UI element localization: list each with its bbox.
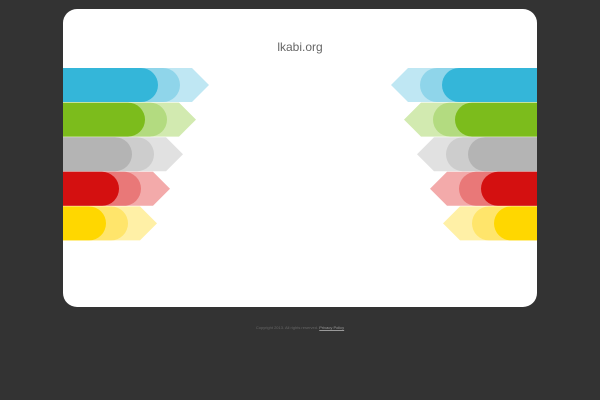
parked-domain-card: lkabi.org [63,9,537,307]
privacy-policy-link[interactable]: Privacy Policy [319,325,344,330]
footer: Copyright 2013. All rights reserved. Pri… [0,325,600,331]
arrow-bar-left-blue [63,68,209,102]
arrow-bar-right-blue [391,68,537,102]
arrow-dark [494,206,537,241]
arrow-dark [63,171,119,206]
arrow-bar-right-yellow [443,206,537,241]
arrow-bar-left-green [63,102,196,137]
arrow-dark [63,137,132,172]
arrow-dark [481,171,537,206]
arrow-bar-left-red [63,171,170,206]
right-arrow-group [391,68,537,241]
arrow-dark [468,137,537,172]
arrow-bar-right-gray [417,137,537,172]
decorative-arrows-graphic [63,68,537,241]
arrow-dark [63,68,158,102]
arrow-bar-left-gray [63,137,183,172]
arrow-bar-right-red [430,171,537,206]
left-arrow-group [63,68,209,241]
arrow-dark [442,68,537,102]
arrow-bar-left-yellow [63,206,157,241]
copyright-text: Copyright 2013. All rights reserved. [255,325,319,330]
arrow-dark [63,206,106,241]
arrow-dark [455,102,537,137]
arrow-bar-right-green [404,102,537,137]
arrow-dark [63,102,145,137]
